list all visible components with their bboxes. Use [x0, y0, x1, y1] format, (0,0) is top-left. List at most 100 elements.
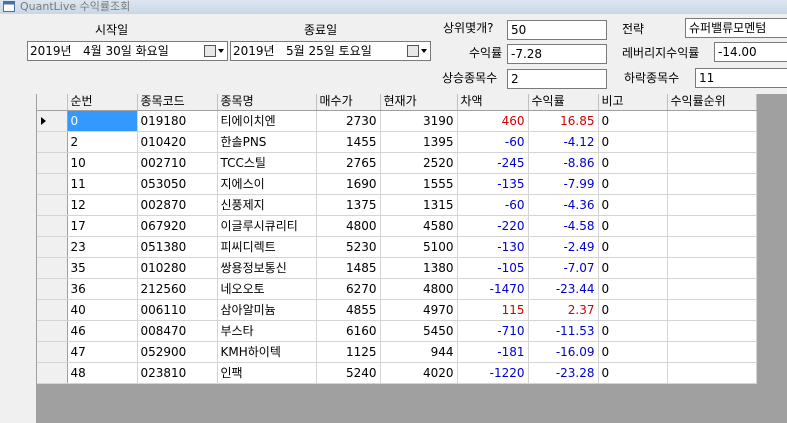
- cell-rank[interactable]: [667, 257, 757, 279]
- cell-note[interactable]: 0: [598, 236, 668, 258]
- cell-rank[interactable]: [667, 131, 757, 153]
- cell-cur[interactable]: 3190: [380, 110, 458, 132]
- cell-buy[interactable]: 2730: [316, 110, 381, 132]
- end-date-picker[interactable]: 2019년 5월 25일 토요일: [230, 41, 431, 61]
- table-row[interactable]: 11 053050 지에스이 1690 1555 -135 -7.99 0: [37, 173, 757, 195]
- calendar-icon[interactable]: [407, 45, 419, 57]
- cell-diff[interactable]: 460: [457, 110, 529, 132]
- cell-diff[interactable]: -60: [457, 194, 529, 216]
- cell-cur[interactable]: 2520: [380, 152, 458, 174]
- cell-ret[interactable]: -4.58: [528, 215, 599, 237]
- cell-rank[interactable]: [667, 320, 757, 342]
- cell-ret[interactable]: -2.49: [528, 236, 599, 258]
- table-row[interactable]: 12 002870 신풍제지 1375 1315 -60 -4.36 0: [37, 194, 757, 216]
- cell-buy[interactable]: 4855: [316, 299, 381, 321]
- cell-note[interactable]: 0: [598, 194, 668, 216]
- cell-diff[interactable]: -135: [457, 173, 529, 195]
- cell-note[interactable]: 0: [598, 299, 668, 321]
- cell-diff[interactable]: -1220: [457, 362, 529, 384]
- cell-no[interactable]: 35: [67, 257, 138, 279]
- cell-diff[interactable]: -130: [457, 236, 529, 258]
- column-header[interactable]: 종목명: [217, 94, 317, 111]
- cell-diff[interactable]: -220: [457, 215, 529, 237]
- cell-cur[interactable]: 944: [380, 341, 458, 363]
- table-row[interactable]: 35 010280 쌍용정보통신 1485 1380 -105 -7.07 0: [37, 257, 757, 279]
- cell-ret[interactable]: -23.28: [528, 362, 599, 384]
- cell-ret[interactable]: -4.12: [528, 131, 599, 153]
- column-header[interactable]: 종목코드: [137, 94, 218, 111]
- row-header[interactable]: [37, 236, 68, 258]
- cell-code[interactable]: 052900: [137, 341, 218, 363]
- column-header[interactable]: 수익률순위: [667, 94, 757, 111]
- cell-code[interactable]: 010420: [137, 131, 218, 153]
- cell-note[interactable]: 0: [598, 278, 668, 300]
- column-header[interactable]: 현재가: [380, 94, 458, 111]
- table-row[interactable]: 47 052900 KMH하이텍 1125 944 -181 -16.09 0: [37, 341, 757, 363]
- cell-buy[interactable]: 1455: [316, 131, 381, 153]
- cell-name[interactable]: 한솔PNS: [217, 131, 317, 153]
- cell-no[interactable]: 12: [67, 194, 138, 216]
- cell-no[interactable]: 17: [67, 215, 138, 237]
- cell-name[interactable]: 피씨디렉트: [217, 236, 317, 258]
- cell-no[interactable]: 46: [67, 320, 138, 342]
- table-row[interactable]: 48 023810 인팩 5240 4020 -1220 -23.28 0: [37, 362, 757, 384]
- table-row[interactable]: 10 002710 TCC스틸 2765 2520 -245 -8.86 0: [37, 152, 757, 174]
- cell-cur[interactable]: 1380: [380, 257, 458, 279]
- cell-name[interactable]: KMH하이텍: [217, 341, 317, 363]
- cell-rank[interactable]: [667, 110, 757, 132]
- cell-diff[interactable]: -1470: [457, 278, 529, 300]
- cell-diff[interactable]: -105: [457, 257, 529, 279]
- cell-diff[interactable]: -245: [457, 152, 529, 174]
- cell-ret[interactable]: -7.07: [528, 257, 599, 279]
- cell-cur[interactable]: 4020: [380, 362, 458, 384]
- strategy-input[interactable]: 슈퍼밸류모멘텀: [685, 18, 787, 38]
- cell-buy[interactable]: 1690: [316, 173, 381, 195]
- row-header[interactable]: [37, 215, 68, 237]
- cell-diff[interactable]: -181: [457, 341, 529, 363]
- row-header[interactable]: [37, 320, 68, 342]
- cell-name[interactable]: 인팩: [217, 362, 317, 384]
- cell-ret[interactable]: 2.37: [528, 299, 599, 321]
- cell-no[interactable]: 2: [67, 131, 138, 153]
- cell-name[interactable]: 지에스이: [217, 173, 317, 195]
- cell-note[interactable]: 0: [598, 110, 668, 132]
- cell-note[interactable]: 0: [598, 131, 668, 153]
- cell-rank[interactable]: [667, 362, 757, 384]
- cell-note[interactable]: 0: [598, 341, 668, 363]
- cell-code[interactable]: 053050: [137, 173, 218, 195]
- cell-code[interactable]: 212560: [137, 278, 218, 300]
- cell-name[interactable]: 삼아알미늄: [217, 299, 317, 321]
- row-header[interactable]: [37, 131, 68, 153]
- row-header[interactable]: [37, 152, 68, 174]
- row-header[interactable]: [37, 278, 68, 300]
- cell-name[interactable]: 쌍용정보통신: [217, 257, 317, 279]
- cell-buy[interactable]: 1125: [316, 341, 381, 363]
- leverage-return-input[interactable]: -14.00: [714, 42, 787, 62]
- table-row[interactable]: 0 019180 티에이치엔 2730 3190 460 16.85 0: [37, 110, 757, 132]
- table-row[interactable]: 17 067920 이글루시큐리티 4800 4580 -220 -4.58 0: [37, 215, 757, 237]
- cell-note[interactable]: 0: [598, 215, 668, 237]
- cell-ret[interactable]: -16.09: [528, 341, 599, 363]
- cell-name[interactable]: 네오오토: [217, 278, 317, 300]
- cell-no[interactable]: 40: [67, 299, 138, 321]
- cell-no[interactable]: 0: [67, 110, 138, 132]
- cell-name[interactable]: 이글루시큐리티: [217, 215, 317, 237]
- cell-cur[interactable]: 4800: [380, 278, 458, 300]
- rising-count-input[interactable]: 2: [507, 69, 607, 89]
- results-grid[interactable]: 순번 종목코드 종목명 매수가 현재가 차액 수익률 비고 수익률순위 0 019…: [37, 94, 757, 384]
- cell-no[interactable]: 23: [67, 236, 138, 258]
- cell-buy[interactable]: 2765: [316, 152, 381, 174]
- cell-code[interactable]: 008470: [137, 320, 218, 342]
- cell-rank[interactable]: [667, 173, 757, 195]
- cell-buy[interactable]: 4800: [316, 215, 381, 237]
- cell-ret[interactable]: 16.85: [528, 110, 599, 132]
- cell-cur[interactable]: 1315: [380, 194, 458, 216]
- cell-code[interactable]: 002870: [137, 194, 218, 216]
- table-row[interactable]: 2 010420 한솔PNS 1455 1395 -60 -4.12 0: [37, 131, 757, 153]
- cell-note[interactable]: 0: [598, 152, 668, 174]
- cell-ret[interactable]: -23.44: [528, 278, 599, 300]
- cell-buy[interactable]: 5240: [316, 362, 381, 384]
- cell-code[interactable]: 051380: [137, 236, 218, 258]
- row-header[interactable]: [37, 341, 68, 363]
- cell-rank[interactable]: [667, 278, 757, 300]
